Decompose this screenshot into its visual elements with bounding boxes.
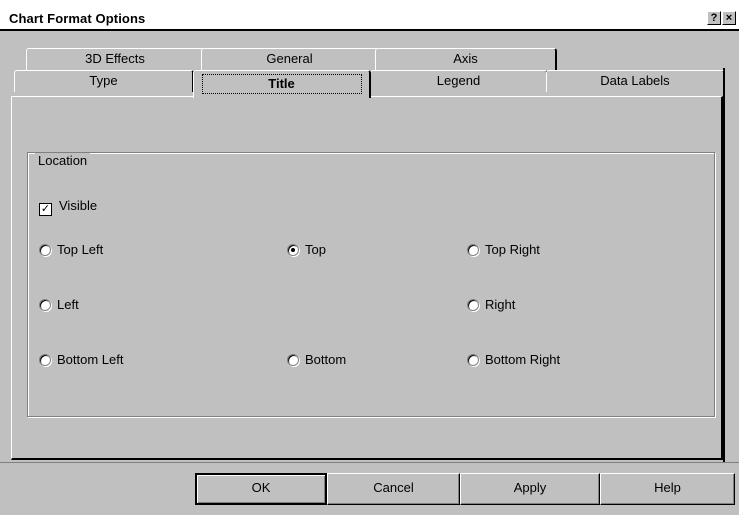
radio-bottom-right-label: Bottom Right (485, 352, 561, 367)
visible-label: Visible (59, 198, 98, 213)
radio-right-label: Right (485, 297, 516, 312)
radio-top-label: Top (305, 242, 326, 257)
radio-bottom[interactable]: Bottom (287, 352, 346, 368)
radio-icon (467, 244, 479, 256)
tab-legend[interactable]: Legend (370, 70, 548, 92)
checkbox-check-icon: ✓ (39, 203, 52, 216)
radio-right[interactable]: Right (467, 297, 515, 313)
radio-top-right-label: Top Right (485, 242, 540, 257)
tab-title[interactable]: Title (193, 70, 371, 98)
tab-title-label: Title (201, 74, 362, 94)
visible-checkbox[interactable]: ✓ Visible (39, 198, 98, 216)
radio-top[interactable]: Top (287, 242, 326, 258)
close-icon[interactable]: × (722, 11, 736, 25)
help-icon[interactable]: ? (707, 11, 721, 25)
radio-bottom-left[interactable]: Bottom Left (39, 352, 123, 368)
tab-3d-effects[interactable]: 3D Effects (26, 48, 205, 70)
tab-general[interactable]: General (201, 48, 379, 70)
cancel-button[interactable]: Cancel (327, 473, 460, 505)
radio-icon (39, 244, 51, 256)
apply-button[interactable]: Apply (460, 473, 600, 505)
radio-icon (39, 299, 51, 311)
panel-edge (723, 68, 735, 462)
radio-selected-icon (287, 244, 299, 256)
radio-bottom-label: Bottom (305, 352, 347, 367)
title-bar: Chart Format Options ? × (0, 0, 739, 31)
radio-top-left[interactable]: Top Left (39, 242, 103, 258)
radio-left-label: Left (57, 297, 79, 312)
radio-top-left-label: Top Left (57, 242, 104, 257)
radio-icon (467, 354, 479, 366)
tab-type[interactable]: Type (14, 70, 194, 92)
radio-icon (287, 354, 299, 366)
location-group (27, 152, 715, 417)
radio-icon (39, 354, 51, 366)
tab-data-labels[interactable]: Data Labels (546, 70, 725, 92)
window-title: Chart Format Options (9, 11, 146, 26)
radio-icon (467, 299, 479, 311)
tab-axis[interactable]: Axis (375, 48, 557, 70)
radio-top-right[interactable]: Top Right (467, 242, 540, 258)
ok-button[interactable]: OK (195, 473, 327, 505)
location-group-label: Location (35, 153, 91, 168)
footer-divider (0, 462, 739, 463)
radio-left[interactable]: Left (39, 297, 79, 313)
radio-bottom-right[interactable]: Bottom Right (467, 352, 560, 368)
radio-bottom-left-label: Bottom Left (57, 352, 124, 367)
help-button[interactable]: Help (600, 473, 735, 505)
